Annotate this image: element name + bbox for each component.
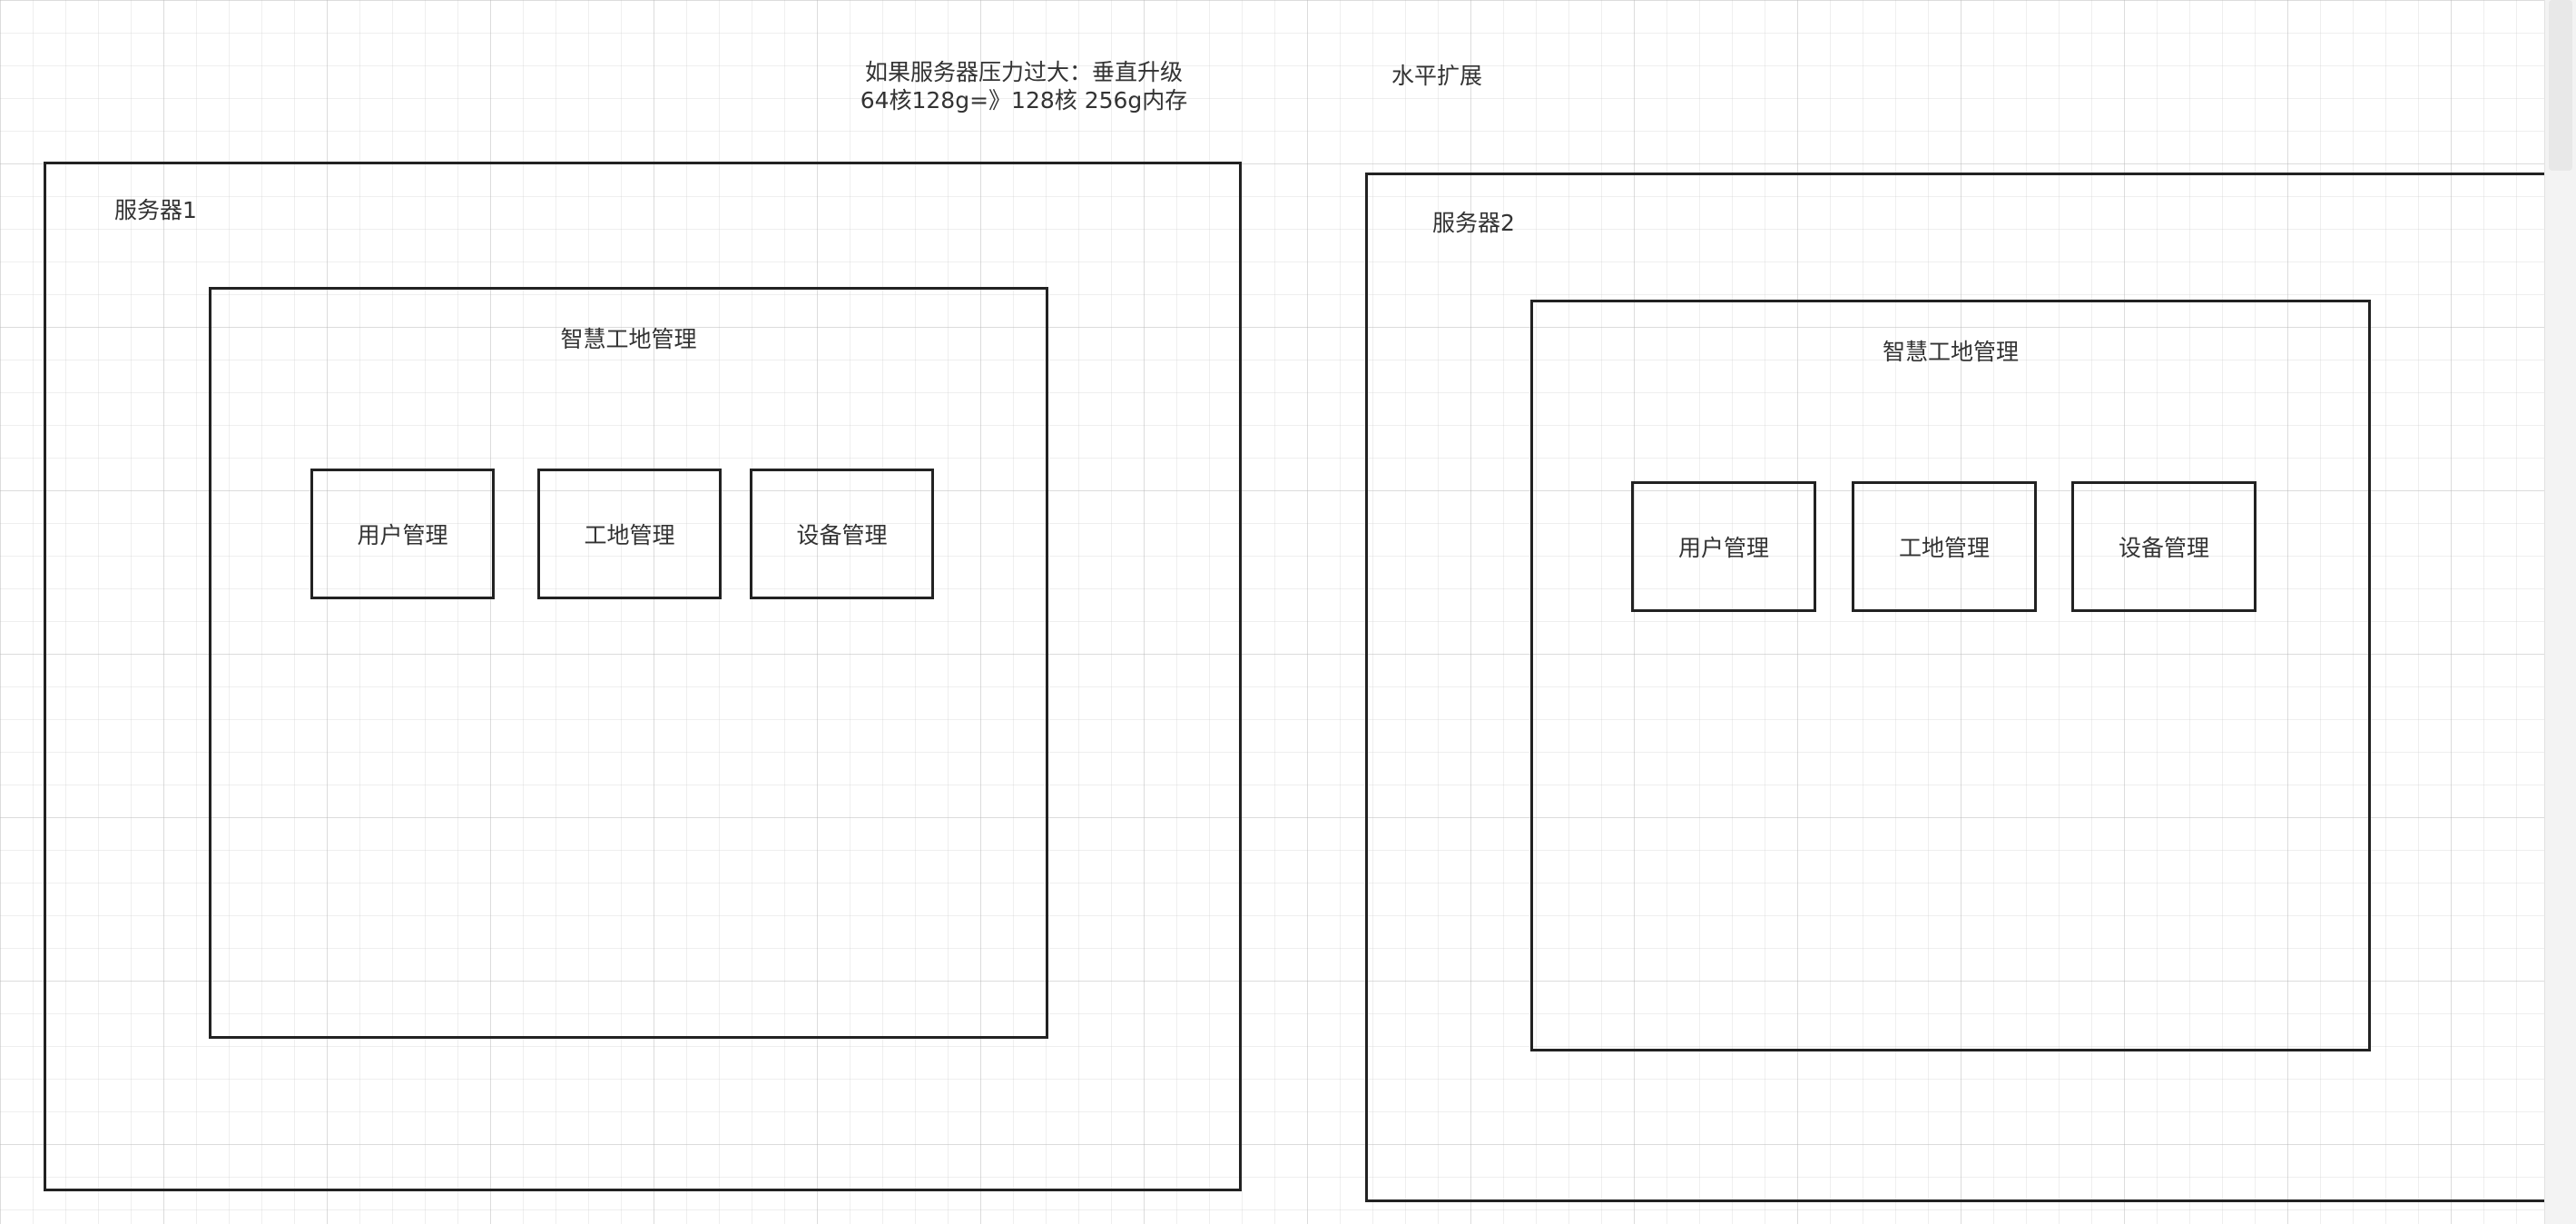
scrollbar-thumb[interactable] bbox=[2549, 0, 2572, 171]
server-1-module-site-management[interactable]: 工地管理 bbox=[537, 469, 722, 599]
module-label: 用户管理 bbox=[357, 522, 448, 548]
server-2-label: 服务器2 bbox=[1432, 210, 1515, 236]
module-label: 用户管理 bbox=[1677, 535, 1769, 561]
server-2-module-device-management[interactable]: 设备管理 bbox=[2071, 481, 2256, 612]
server-1-module-user-management[interactable]: 用户管理 bbox=[310, 469, 495, 599]
vertical-upgrade-line-1: 如果服务器压力过大：垂直升级 bbox=[864, 59, 1183, 85]
server-2-app-title: 智慧工地管理 bbox=[1882, 339, 2019, 365]
vertical-upgrade-line-2: 64核128g=》128核 256g内存 bbox=[860, 87, 1188, 114]
server-1-module-device-management[interactable]: 设备管理 bbox=[750, 469, 934, 599]
module-label: 工地管理 bbox=[584, 522, 675, 548]
module-label: 设备管理 bbox=[2118, 535, 2209, 561]
module-label: 设备管理 bbox=[796, 522, 888, 548]
server-1-app-title: 智慧工地管理 bbox=[560, 326, 697, 352]
module-label: 工地管理 bbox=[1898, 535, 1990, 561]
server-2-app-box[interactable] bbox=[1530, 300, 2371, 1051]
server-2-module-user-management[interactable]: 用户管理 bbox=[1631, 481, 1816, 612]
server-1-app-box[interactable] bbox=[209, 287, 1048, 1039]
horizontal-scaling-label: 水平扩展 bbox=[1391, 63, 1483, 89]
vertical-upgrade-note: 如果服务器压力过大：垂直升级 64核128g=》128核 256g内存 bbox=[842, 58, 1205, 114]
server-2-module-site-management[interactable]: 工地管理 bbox=[1852, 481, 2037, 612]
vertical-scrollbar[interactable] bbox=[2544, 0, 2576, 1224]
server-1-label: 服务器1 bbox=[114, 197, 197, 223]
